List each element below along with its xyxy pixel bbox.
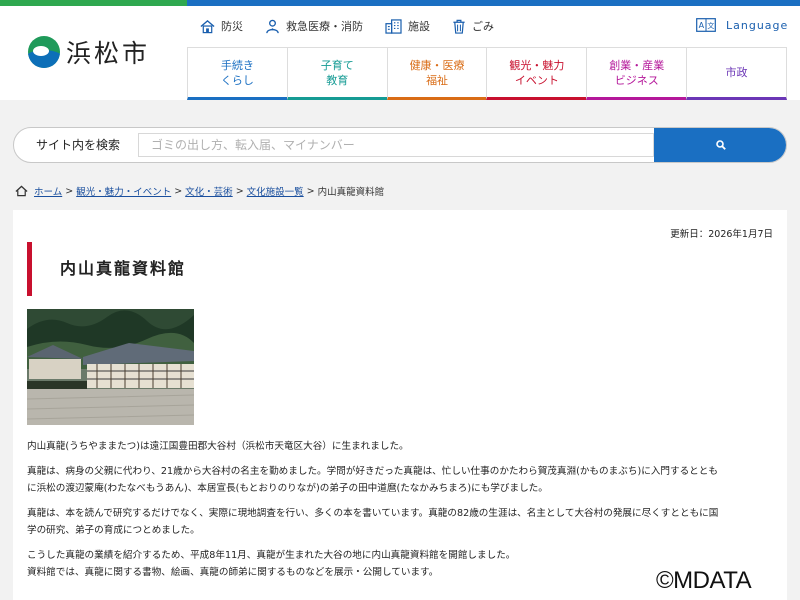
house-shield-icon	[200, 19, 215, 33]
utility-link-label: 施設	[408, 20, 430, 33]
site-header: 浜松市 防災 救急医療・消防 施設 ごみ A文 Language 手続き くらし…	[0, 6, 800, 100]
body-line: 資料館では、真龍に関する書物、絵画、真龍の師弟に関するものなどを展示・公開してい…	[27, 567, 439, 578]
trash-icon	[453, 19, 465, 34]
body-line: 内山真龍(うちやままたつ)は遠江国豊田郡大谷村（浜松市天竜区大谷）に生まれました…	[27, 441, 409, 452]
logo-mark-icon	[28, 36, 60, 68]
body-line: 学の研究、弟子の育成につとめました。	[27, 525, 200, 536]
translate-icon: A文	[696, 18, 716, 32]
nav-item-health[interactable]: 健康・医療 福祉	[386, 48, 487, 100]
body-line: 真龍は、病身の父親に代わり、21歳から大谷村の名主を勤めました。学問が好きだった…	[27, 466, 718, 477]
utility-link-facilities[interactable]: 施設	[385, 18, 430, 34]
body-paragraph: 真龍は、本を読んで研究するだけでなく、実際に現地調査を行い、多くの本を書いていま…	[27, 505, 777, 539]
body-line: こうした真龍の業績を紹介するため、平成8年11月、真龍が生まれた大谷の地に内山真…	[27, 550, 516, 561]
nav-item-tourism[interactable]: 観光・魅力 イベント	[486, 48, 587, 100]
building-icon	[385, 18, 402, 34]
nav-item-line2: くらし	[220, 73, 254, 87]
search-input[interactable]	[138, 133, 654, 157]
nav-item-line2: ビジネス	[614, 73, 659, 87]
utility-link-garbage[interactable]: ごみ	[452, 18, 494, 34]
utility-link-disaster[interactable]: 防災	[200, 18, 243, 34]
nav-item-childcare[interactable]: 子育て 教育	[286, 48, 387, 100]
search-label: サイト内を検索	[36, 138, 121, 152]
utility-link-emergency[interactable]: 救急医療・消防	[265, 18, 363, 34]
page-title: 内山真龍資料館	[27, 242, 186, 296]
doctor-icon	[266, 19, 279, 33]
utility-link-label: ごみ	[472, 20, 494, 33]
breadcrumb-home[interactable]: ホーム	[34, 184, 62, 198]
nav-item-line1: 創業・産業	[609, 58, 665, 72]
site-logo[interactable]: 浜松市	[28, 34, 150, 70]
watermark: ©MDATA	[656, 567, 752, 594]
nav-item-line2: 福祉	[426, 73, 449, 87]
utility-link-label: 防災	[221, 20, 243, 33]
nav-item-line1: 観光・魅力	[509, 58, 565, 72]
nav-item-line2: イベント	[514, 73, 559, 87]
home-icon	[15, 185, 28, 197]
search-button[interactable]	[654, 128, 786, 162]
svg-text:文: 文	[707, 21, 715, 30]
breadcrumb: ホーム > 観光・魅力・イベント > 文化・芸術 > 文化施設一覧 > 内山真龍…	[15, 184, 384, 198]
breadcrumb-tourism[interactable]: 観光・魅力・イベント	[76, 184, 171, 198]
body-line: に浜松の渡辺蒙庵(わたなべもうあん)、本居宣長(もとおりのりなが)の弟子の田中道…	[27, 483, 548, 494]
search-icon	[716, 140, 726, 150]
breadcrumb-separator: >	[235, 185, 244, 197]
nav-item-procedures[interactable]: 手続き くらし	[187, 48, 287, 100]
breadcrumb-separator: >	[65, 185, 74, 197]
body-paragraph: 真龍は、病身の父親に代わり、21歳から大谷村の名主を勤めました。学問が好きだった…	[27, 463, 777, 497]
nav-item-city-government[interactable]: 市政	[686, 48, 787, 100]
nav-item-line1: 手続き	[220, 58, 254, 72]
breadcrumb-facilities[interactable]: 文化施設一覧	[247, 184, 304, 198]
main-nav: 手続き くらし 子育て 教育 健康・医療 福祉 観光・魅力 イベント 創業・産業…	[187, 47, 787, 100]
site-search: サイト内を検索	[13, 127, 787, 163]
breadcrumb-separator: >	[306, 185, 315, 197]
nav-item-line1: 健康・医療	[409, 58, 465, 72]
museum-photo	[27, 309, 194, 425]
breadcrumb-separator: >	[174, 185, 183, 197]
site-logo-text: 浜松市	[66, 39, 151, 68]
nav-item-line2: 教育	[326, 73, 349, 87]
language-link[interactable]: A文 Language	[696, 18, 788, 32]
breadcrumb-culture[interactable]: 文化・芸術	[185, 184, 233, 198]
language-label: Language	[726, 18, 789, 32]
body-paragraph: 内山真龍(うちやままたつ)は遠江国豊田郡大谷村（浜松市天竜区大谷）に生まれました…	[27, 438, 777, 455]
utility-links: 防災 救急医療・消防 施設 ごみ	[200, 16, 516, 36]
nav-item-line1: 市政	[725, 66, 748, 79]
nav-item-business[interactable]: 創業・産業 ビジネス	[586, 48, 687, 100]
updated-date: 更新日：2026年1月7日	[670, 229, 773, 240]
nav-item-line1: 子育て	[320, 58, 354, 72]
body-line: 真龍は、本を読んで研究するだけでなく、実際に現地調査を行い、多くの本を書いていま…	[27, 508, 719, 519]
utility-link-label: 救急医療・消防	[286, 20, 363, 33]
svg-text:A: A	[699, 21, 705, 30]
breadcrumb-current: 内山真龍資料館	[317, 187, 385, 198]
main-content: 更新日：2026年1月7日 内山真龍資料館 内山真龍(うちやままたつ)は遠江国豊…	[13, 210, 787, 600]
